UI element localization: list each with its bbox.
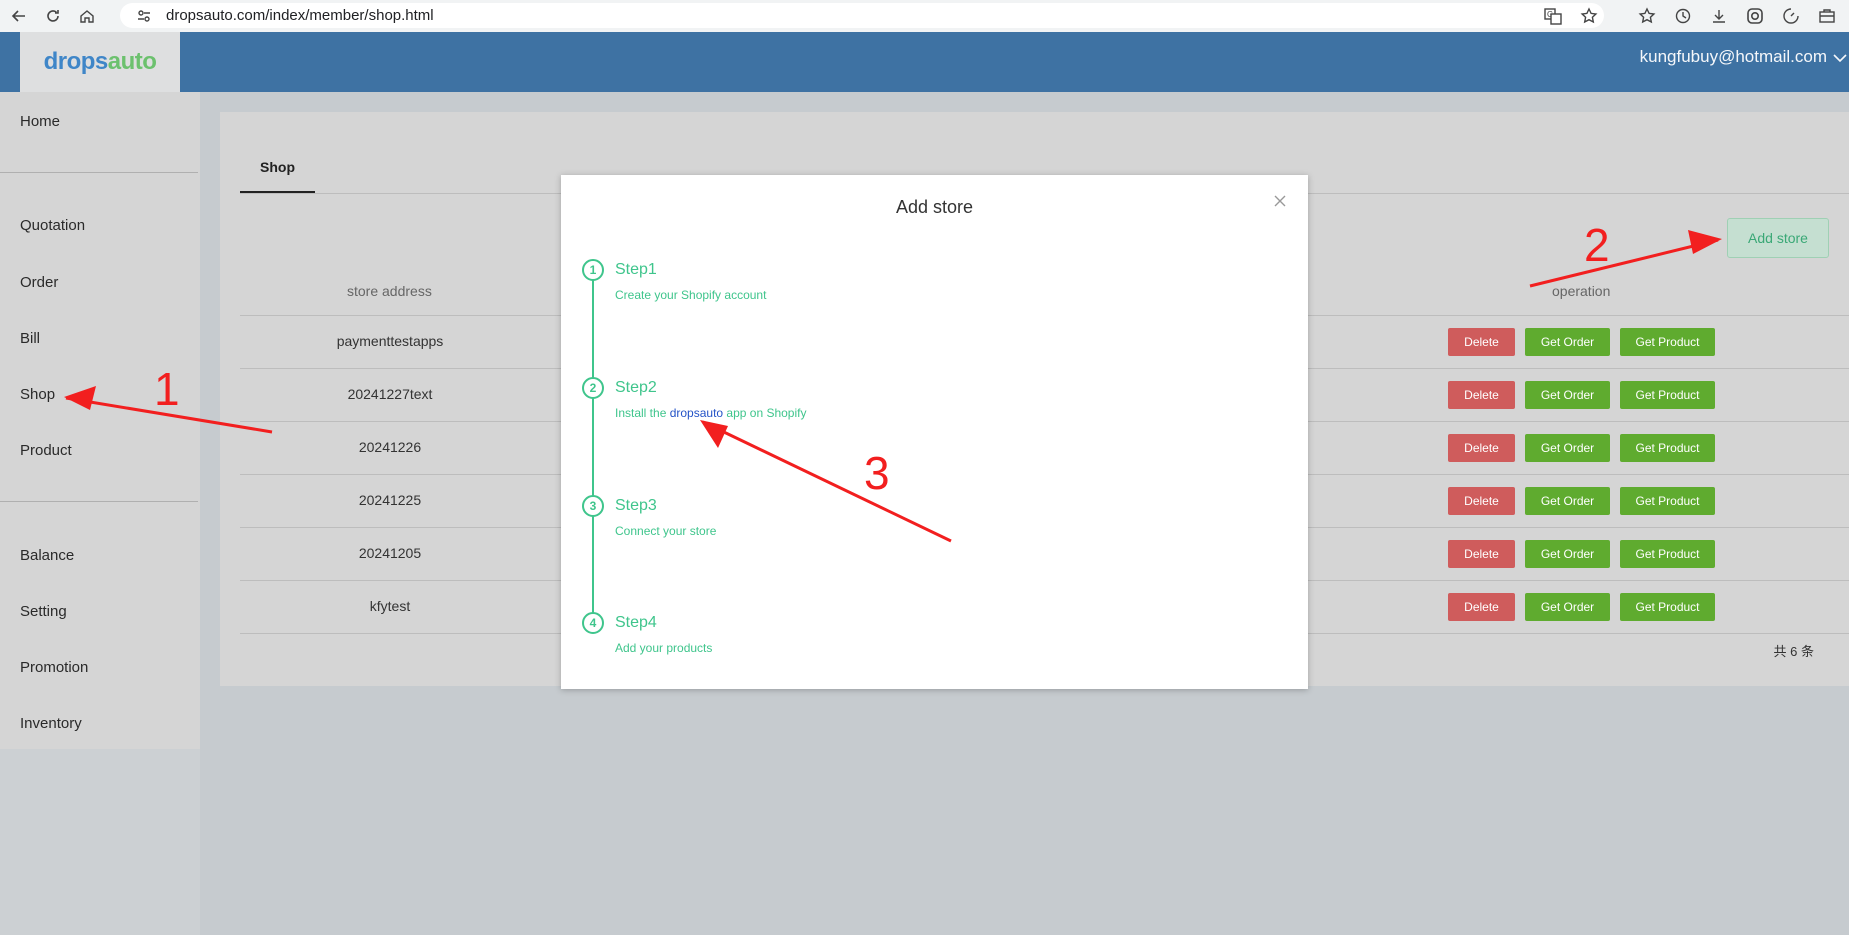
address-bar[interactable]: dropsauto.com/index/member/shop.html: [120, 3, 1604, 28]
add-store-button[interactable]: Add store: [1727, 218, 1829, 258]
step-2-marker: 2: [582, 377, 604, 399]
url-text: dropsauto.com/index/member/shop.html: [166, 7, 434, 24]
tab-shop[interactable]: Shop: [240, 152, 315, 182]
chevron-down-icon[interactable]: [1833, 50, 1847, 68]
instagram-icon[interactable]: [1743, 4, 1767, 28]
app-header: drops auto kungfubuy@hotmail.com: [0, 32, 1849, 92]
user-email[interactable]: kungfubuy@hotmail.com: [1640, 47, 1827, 67]
store-address-cell: 20241205: [358, 544, 422, 561]
store-address-cell: 20241226: [358, 438, 422, 455]
delete-button[interactable]: Delete: [1448, 380, 1515, 409]
step-4-description: Add your products: [615, 641, 713, 655]
annotation-label-2: 2: [1584, 219, 1610, 271]
sidebar-item-product[interactable]: Product: [20, 442, 72, 459]
delete-button[interactable]: Delete: [1448, 486, 1515, 515]
get-product-button[interactable]: Get Product: [1620, 380, 1715, 409]
sidebar-divider: [0, 172, 198, 173]
modal-title: Add store: [895, 197, 974, 217]
get-order-button[interactable]: Get Order: [1525, 486, 1610, 515]
sidebar-item-bill[interactable]: Bill: [20, 330, 40, 347]
get-order-button[interactable]: Get Order: [1525, 327, 1610, 356]
total-count: 共 6 条: [1773, 644, 1814, 659]
sidebar-item-order[interactable]: Order: [20, 274, 58, 291]
column-header-store-address: store address: [347, 283, 432, 299]
wallet-icon[interactable]: [1815, 4, 1839, 28]
step-3-title: Step3: [615, 497, 657, 514]
sidebar-item-inventory[interactable]: Inventory: [20, 715, 82, 732]
step-2-desc-post: app on Shopify: [723, 406, 807, 420]
translate-icon[interactable]: G: [1541, 4, 1565, 28]
logo[interactable]: drops auto: [20, 32, 180, 92]
history-icon[interactable]: [1671, 4, 1695, 28]
home-icon[interactable]: [72, 1, 102, 31]
step-2-title: Step2: [615, 379, 657, 396]
step-2-description: Install the dropsauto app on Shopify: [615, 406, 806, 420]
step-3-marker: 3: [582, 495, 604, 517]
dropsauto-app-link[interactable]: dropsauto: [670, 406, 723, 420]
close-icon[interactable]: [1272, 193, 1288, 209]
sidebar-divider: [0, 501, 198, 502]
get-order-button[interactable]: Get Order: [1525, 592, 1610, 621]
annotation-label-1: 1: [154, 363, 180, 415]
sidebar-item-shop[interactable]: Shop: [20, 386, 55, 403]
step-1-title: Step1: [615, 261, 657, 278]
logo-text-drops: drops: [43, 48, 109, 75]
sidebar-item-promotion[interactable]: Promotion: [20, 659, 88, 676]
logo-text-auto: auto: [107, 48, 157, 75]
store-address-cell: 20241225: [358, 491, 422, 508]
add-store-modal: Add store 1 Step1 Create your Shopify ac…: [561, 175, 1308, 689]
sidebar-menu: Home Quotation Order Bill Shop Product B…: [0, 92, 200, 749]
step-2-desc-pre: Install the: [615, 406, 670, 420]
performance-icon[interactable]: [1779, 4, 1803, 28]
step-4-marker: 4: [582, 612, 604, 634]
annotation-label-3: 3: [864, 447, 890, 499]
site-settings-icon[interactable]: [136, 7, 154, 25]
store-address-cell: paymenttestapps: [336, 332, 444, 349]
get-product-button[interactable]: Get Product: [1620, 327, 1715, 356]
sidebar: Home Quotation Order Bill Shop Product B…: [0, 92, 200, 935]
get-product-button[interactable]: Get Product: [1620, 539, 1715, 568]
steps-timeline-line: [592, 271, 594, 621]
download-icon[interactable]: [1707, 4, 1731, 28]
step-4-title: Step4: [615, 614, 657, 631]
delete-button[interactable]: Delete: [1448, 539, 1515, 568]
get-product-button[interactable]: Get Product: [1620, 433, 1715, 462]
get-product-button[interactable]: Get Product: [1620, 592, 1715, 621]
store-address-cell: 20241227text: [347, 385, 433, 402]
get-order-button[interactable]: Get Order: [1525, 433, 1610, 462]
reload-icon[interactable]: [38, 1, 68, 31]
column-header-operation: operation: [1552, 283, 1611, 299]
sidebar-item-quotation[interactable]: Quotation: [20, 217, 85, 234]
delete-button[interactable]: Delete: [1448, 327, 1515, 356]
get-product-button[interactable]: Get Product: [1620, 486, 1715, 515]
sidebar-item-home[interactable]: Home: [20, 113, 60, 130]
delete-button[interactable]: Delete: [1448, 592, 1515, 621]
favorites-icon[interactable]: [1635, 4, 1659, 28]
browser-toolbar: dropsauto.com/index/member/shop.html G: [0, 0, 1849, 32]
get-order-button[interactable]: Get Order: [1525, 539, 1610, 568]
sidebar-item-balance[interactable]: Balance: [20, 547, 74, 564]
get-order-button[interactable]: Get Order: [1525, 380, 1610, 409]
store-address-cell: kfytest: [369, 597, 411, 614]
bookmark-star-icon[interactable]: [1577, 4, 1601, 28]
step-3-description: Connect your store: [615, 524, 717, 538]
step-1-marker: 1: [582, 259, 604, 281]
step-1-description: Create your Shopify account: [615, 288, 767, 302]
sidebar-item-setting[interactable]: Setting: [20, 603, 67, 620]
delete-button[interactable]: Delete: [1448, 433, 1515, 462]
back-icon[interactable]: [4, 1, 34, 31]
